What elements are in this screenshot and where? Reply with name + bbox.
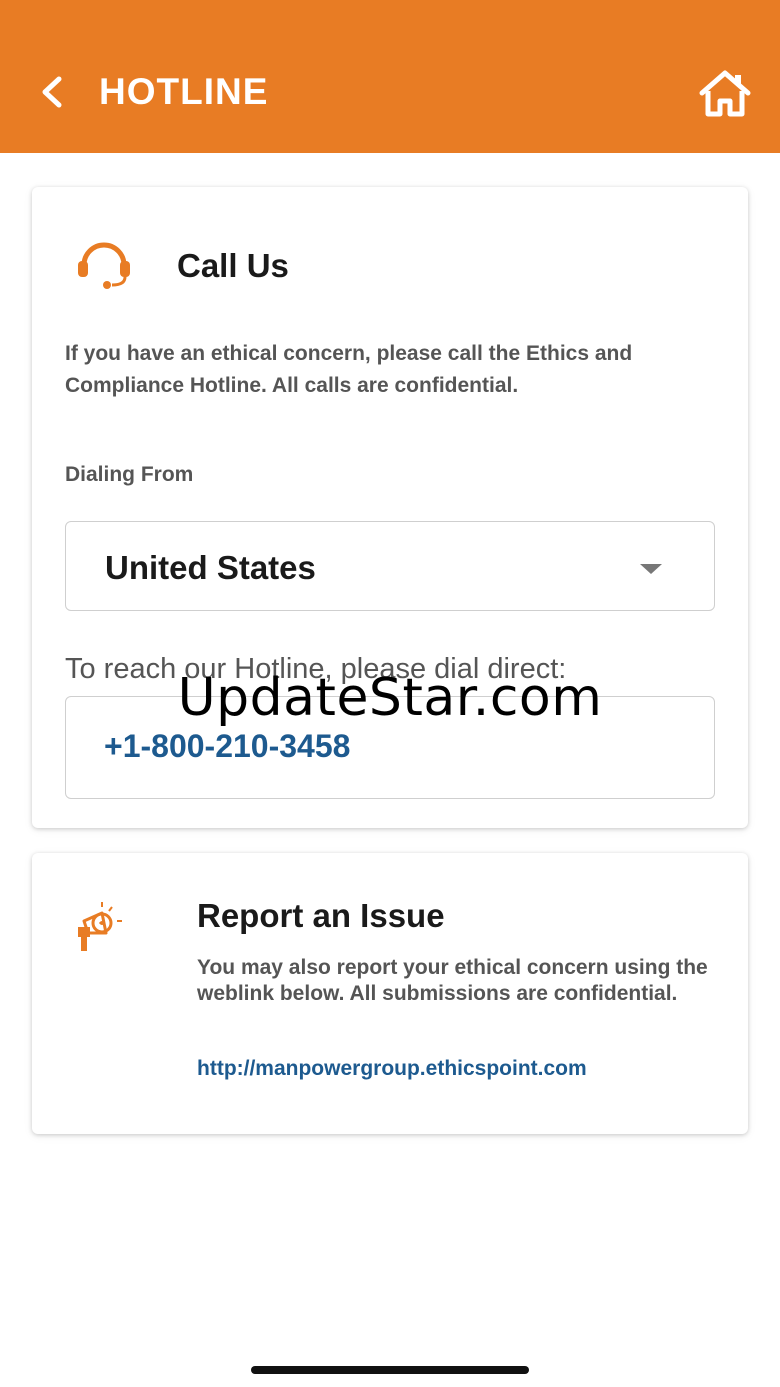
app-bar: HOTLINE [0, 0, 780, 153]
dialing-from-label: Dialing From [65, 463, 194, 486]
home-button[interactable] [696, 66, 754, 120]
back-button[interactable] [34, 70, 70, 114]
chevron-left-icon [42, 76, 62, 108]
phone-number-link[interactable]: +1-800-210-3458 [104, 728, 350, 765]
home-indicator[interactable] [251, 1366, 529, 1374]
home-icon [699, 70, 751, 117]
chevron-down-icon [640, 564, 662, 574]
call-us-description: If you have an ethical concern, please c… [65, 342, 633, 397]
page-title: HOTLINE [99, 71, 269, 112]
call-us-title: Call Us [177, 247, 289, 284]
phone-number-box[interactable]: +1-800-210-3458 [65, 696, 715, 799]
call-us-card: Call Us If you have an ethical concern, … [32, 187, 748, 828]
country-select[interactable]: United States [65, 521, 715, 611]
report-issue-card: Report an Issue You may also report your… [32, 853, 748, 1134]
report-issue-title: Report an Issue [197, 897, 445, 934]
megaphone-icon [78, 902, 122, 951]
reach-hotline-label: To reach our Hotline, please dial direct… [65, 653, 567, 685]
country-select-value: United States [105, 549, 316, 586]
report-issue-description: You may also report your ethical concern… [197, 956, 708, 1005]
headset-icon [78, 242, 130, 289]
ethicspoint-link[interactable]: http://manpowergroup.ethicspoint.com [197, 1057, 587, 1081]
